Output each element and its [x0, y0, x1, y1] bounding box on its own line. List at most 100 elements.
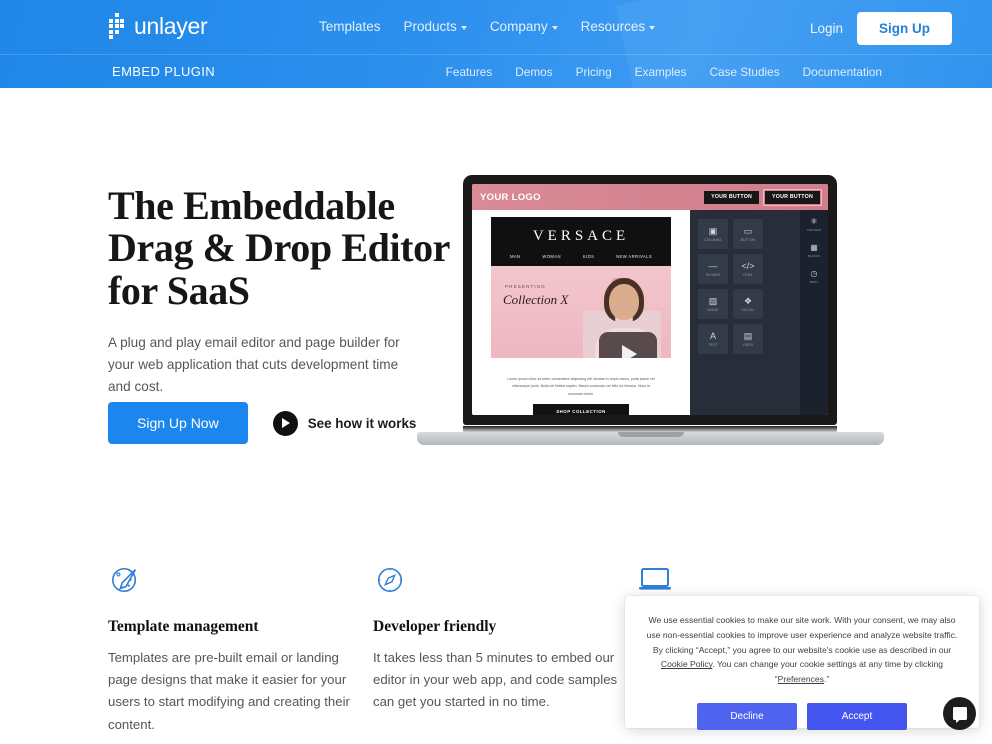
email-cta-button: SHOP COLLECTION	[533, 404, 629, 415]
chevron-down-icon	[551, 25, 558, 30]
chat-widget-button[interactable]	[943, 697, 976, 730]
laptop-base	[417, 432, 884, 445]
nav-item-company[interactable]: Company	[490, 19, 558, 34]
subnav-item-documentation[interactable]: Documentation	[803, 65, 882, 79]
site-header: unlayer Templates Products Company Resou…	[0, 0, 992, 88]
tool-label: IMAGE	[707, 307, 719, 312]
email-presenting-label: PRESENTING	[505, 284, 546, 289]
preferences-link[interactable]: Preferences	[778, 674, 824, 684]
feature-card-template-management: Template management Templates are pre-bu…	[108, 565, 373, 736]
editor-top-button-1: YOUR BUTTON	[704, 190, 760, 204]
email-nav-item: MAN	[509, 254, 521, 259]
login-link[interactable]: Login	[810, 21, 843, 36]
chevron-down-icon	[460, 25, 467, 30]
email-brand: VERSACE	[532, 228, 630, 244]
subnav-item-demos[interactable]: Demos	[515, 65, 552, 79]
tool-label: DIVIDER	[705, 272, 721, 277]
feature-description: Templates are pre-built email or landing…	[108, 650, 350, 732]
video-play-overlay-icon	[599, 332, 657, 358]
brand-logo[interactable]: unlayer	[109, 13, 208, 39]
cookie-text-part1: We use essential cookies to make our sit…	[646, 615, 958, 655]
laptop-icon	[639, 568, 671, 590]
unlayer-squares-logo-icon	[109, 13, 128, 39]
nav-label: Company	[489, 19, 548, 34]
rail-label: BODY	[809, 280, 819, 284]
editor-logo-placeholder: YOUR LOGO	[480, 191, 541, 203]
feature-card-developer-friendly: Developer friendly It takes less than 5 …	[373, 565, 638, 736]
feature-title: Template management	[108, 618, 259, 635]
button-icon: ▭	[743, 225, 753, 236]
tool-divider: — DIVIDER	[698, 254, 728, 284]
email-body-text-block: Lorem ipsum dolor sit amet, consectetur …	[491, 358, 671, 415]
email-body-text: Lorem ipsum dolor sit amet, consectetur …	[507, 377, 655, 396]
rail-label: CONTENT	[806, 228, 822, 232]
tool-button: ▭ BUTTON	[733, 219, 763, 249]
tool-label: TEXT	[708, 342, 718, 347]
tool-html: </> HTML	[733, 254, 763, 284]
code-icon: </>	[741, 260, 755, 271]
accept-cookies-button[interactable]: Accept	[807, 702, 907, 730]
divider-icon: —	[708, 260, 718, 271]
editor-tools-panel: ▣ COLUMNS ▭ BUTTON — DIVIDER </> HTML ▨ …	[690, 210, 800, 415]
decline-cookies-button[interactable]: Decline	[697, 702, 797, 730]
signup-now-button[interactable]: Sign Up Now	[108, 402, 248, 444]
email-nav-item: NEW ARRIVALS	[616, 254, 653, 259]
email-header: VERSACE MAN WOMAN KIDS NEW ARRIVALS	[491, 217, 671, 266]
laptop-lid: YOUR LOGO YOUR BUTTON YOUR BUTTON VERSAC…	[463, 175, 837, 425]
page-root: unlayer Templates Products Company Resou…	[0, 0, 992, 744]
columns-icon: ▣	[708, 225, 718, 236]
subnav-title: EMBED PLUGIN	[112, 64, 216, 79]
rail-label: BLOCKS	[807, 254, 821, 258]
signup-button[interactable]: Sign Up	[857, 12, 952, 45]
main-navigation: Templates Products Company Resources	[319, 19, 656, 34]
tool-image: ▨ IMAGE	[698, 289, 728, 319]
nav-label: Products	[403, 19, 457, 34]
email-nav-item: WOMAN	[542, 254, 561, 259]
nav-item-templates[interactable]: Templates	[319, 19, 381, 34]
nav-label: Templates	[319, 19, 381, 34]
laptop-mockup: YOUR LOGO YOUR BUTTON YOUR BUTTON VERSAC…	[417, 175, 884, 445]
cookie-text-part3: .”	[823, 674, 830, 685]
tool-columns: ▣ COLUMNS	[698, 219, 728, 249]
tool-label: VIDEO	[742, 342, 754, 347]
hero-actions: Sign Up Now See how it works	[108, 402, 416, 444]
chat-bubble-icon	[952, 707, 967, 720]
email-preview: VERSACE MAN WOMAN KIDS NEW ARRIVALS PRES…	[491, 217, 671, 415]
nav-item-resources[interactable]: Resources	[581, 19, 656, 34]
blocks-icon: ▦	[810, 243, 818, 252]
play-icon	[272, 410, 298, 436]
product-subnav-bar: EMBED PLUGIN Features Demos Pricing Exam…	[0, 54, 992, 88]
hero-subtitle: A plug and play email editor and page bu…	[108, 335, 400, 395]
chevron-down-icon	[649, 25, 656, 30]
editor-body: VERSACE MAN WOMAN KIDS NEW ARRIVALS PRES…	[472, 210, 828, 415]
image-icon: ▨	[708, 295, 718, 306]
hero-title: The Embeddable Drag & Drop Editor for Sa…	[108, 183, 450, 313]
top-navigation-bar: unlayer Templates Products Company Resou…	[0, 0, 992, 54]
editor-screenshot: YOUR LOGO YOUR BUTTON YOUR BUTTON VERSAC…	[472, 184, 828, 415]
subnav-item-pricing[interactable]: Pricing	[576, 65, 612, 79]
feature-title: Developer friendly	[373, 618, 497, 635]
cookie-consent-banner: We use essential cookies to make our sit…	[625, 596, 979, 730]
editor-top-button-2: YOUR BUTTON	[763, 188, 822, 206]
rail-item-body: ◷ BODY	[809, 270, 819, 285]
subnav-item-examples[interactable]: Examples	[635, 65, 687, 79]
editor-topbar: YOUR LOGO YOUR BUTTON YOUR BUTTON	[472, 184, 828, 210]
video-icon: ▤	[743, 330, 753, 341]
feature-description: It takes less than 5 minutes to embed ou…	[373, 650, 618, 710]
cookie-consent-text: We use essential cookies to make our sit…	[642, 613, 962, 687]
tool-label: BUTTON	[740, 237, 756, 242]
subnav-item-features[interactable]: Features	[446, 65, 493, 79]
rail-item-content: ⚛ CONTENT	[806, 217, 822, 233]
subnav-item-case-studies[interactable]: Case Studies	[709, 65, 779, 79]
nav-item-products[interactable]: Products	[404, 19, 467, 34]
tool-label: COLUMNS	[704, 237, 722, 242]
social-icon: ❖	[743, 295, 753, 306]
content-icon: ⚛	[810, 217, 818, 226]
cookie-policy-link[interactable]: Cookie Policy	[661, 659, 712, 669]
editor-side-rail: ⚛ CONTENT ▦ BLOCKS ◷ BODY	[800, 210, 828, 415]
see-how-it-works-label: See how it works	[307, 415, 417, 431]
editor-topbar-buttons: YOUR BUTTON YOUR BUTTON	[704, 188, 822, 206]
palette-brush-icon	[112, 567, 137, 593]
see-how-it-works-button[interactable]: See how it works	[272, 410, 417, 436]
tool-video: ▤ VIDEO	[733, 324, 763, 354]
